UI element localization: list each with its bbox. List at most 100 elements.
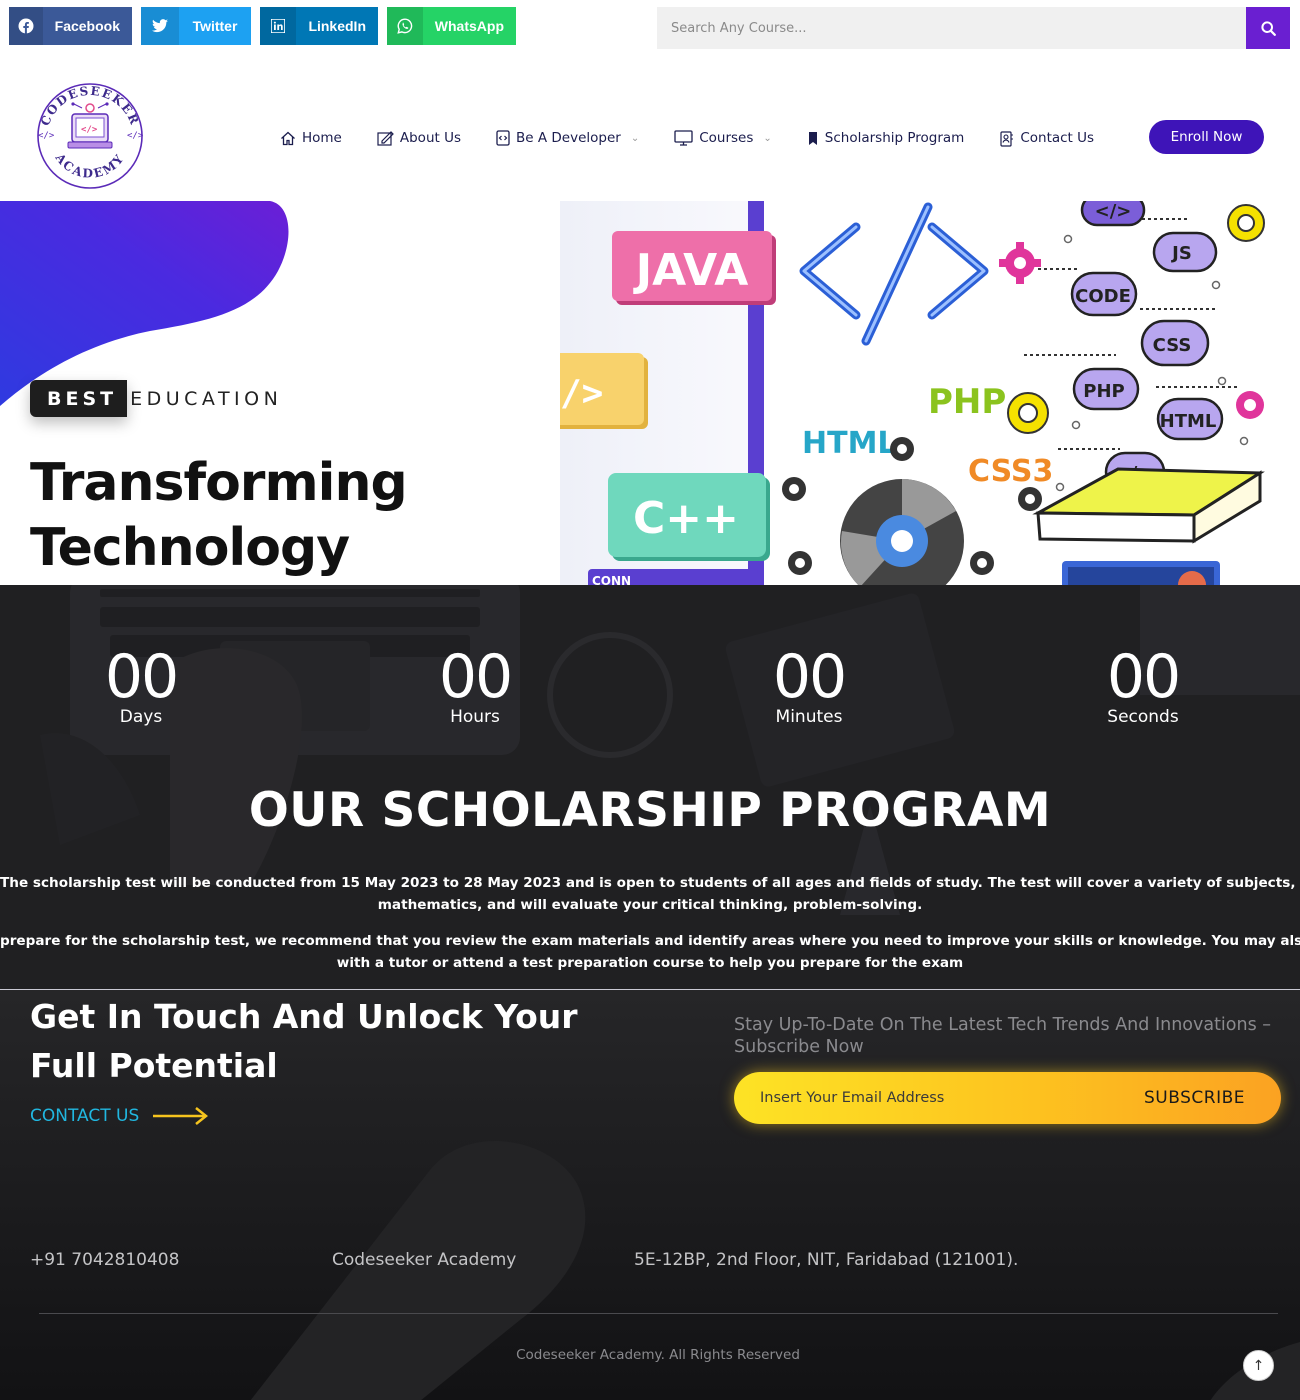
main-nav: Home About Us Be A Developer ⌄ Courses ⌄… [280, 120, 1129, 156]
footer-academy-name: Codeseeker Academy [332, 1250, 517, 1270]
academy-logo[interactable]: CODESEEKER ACADEMY </> </> </> [30, 78, 150, 196]
countdown-timer: 00 Days 00 Hours 00 Minutes 00 Seconds [0, 647, 1300, 727]
nav-scholarship[interactable]: Scholarship Program [807, 130, 965, 146]
subscribe-text: Stay Up-To-Date On The Latest Tech Trend… [734, 1015, 1272, 1057]
java-tag: JAVA [612, 231, 776, 305]
nav-contact[interactable]: Contact Us [999, 130, 1094, 147]
footer-phone[interactable]: +91 7042810408 [30, 1250, 179, 1270]
nav-courses-label: Courses [699, 130, 754, 146]
scholarship-p1-line2: mathematics, and will evaluate your crit… [377, 897, 923, 913]
copyright-text: Codeseeker Academy. All Rights Reserved [516, 1347, 800, 1363]
countdown-hours: 00 Hours [375, 647, 575, 727]
svg-text:CSS3: CSS3 [968, 454, 1053, 489]
site-footer: Get In Touch And Unlock Your Full Potent… [0, 989, 1300, 1400]
nav-courses[interactable]: Courses ⌄ [674, 130, 772, 146]
svg-text:CSS: CSS [1153, 335, 1192, 356]
scholarship-paragraph-1: The scholarship test will be conducted f… [0, 872, 1300, 916]
nav-about[interactable]: About Us [377, 130, 461, 146]
scholarship-p2-line1: prepare for the scholarship test, we rec… [0, 933, 1300, 949]
countdown-seconds: 00 Seconds [1043, 647, 1243, 727]
minutes-value: 00 [772, 642, 847, 712]
svg-text:</>: </> [81, 125, 98, 135]
scroll-to-top-button[interactable]: ↑ [1243, 1350, 1274, 1381]
svg-text:JS: JS [1170, 243, 1192, 264]
hours-value: 00 [438, 642, 513, 712]
svg-text:</>: </> [1095, 201, 1132, 222]
nav-contact-label: Contact Us [1020, 130, 1095, 146]
svg-text:HTML: HTML [1160, 411, 1217, 432]
nav-home-label: Home [302, 130, 342, 146]
scholarship-p2-line2: with a tutor or attend a test preparatio… [336, 955, 964, 971]
home-icon [281, 131, 295, 145]
twitter-icon [141, 7, 179, 45]
days-value: 00 [104, 642, 179, 712]
hero-title: Transforming Technology [30, 451, 408, 581]
arrow-up-icon: ↑ [1252, 1357, 1265, 1374]
nav-developer-label: Be A Developer [516, 130, 621, 146]
twitter-label: Twitter [192, 18, 238, 34]
seconds-label: Seconds [1107, 707, 1179, 727]
facebook-share-button[interactable]: Facebook [9, 7, 132, 45]
badge-best: BEST [30, 380, 128, 417]
facebook-label: Facebook [54, 18, 120, 34]
svg-text:JAVA: JAVA [633, 245, 749, 296]
twitter-share-button[interactable]: Twitter [141, 7, 251, 45]
facebook-icon [9, 7, 43, 45]
logo-emblem: CODESEEKER ACADEMY </> </> </> [36, 82, 144, 190]
scholarship-section: 00 Days 00 Hours 00 Minutes 00 Seconds O… [0, 585, 1300, 990]
svg-text:C++: C++ [633, 493, 739, 544]
linkedin-icon [260, 7, 297, 45]
share-bar: Facebook Twitter LinkedIn WhatsApp [9, 7, 516, 45]
monitor-icon [674, 130, 693, 146]
enroll-now-button[interactable]: Enroll Now [1149, 120, 1264, 154]
hero-illustration: JAVA /> C++ CONN </> JS CODE CSS PHP HTM… [560, 201, 1300, 586]
footer-divider [39, 1313, 1278, 1314]
search-button[interactable] [1246, 7, 1290, 49]
best-education-badge: BEST EDUCATION [30, 380, 282, 417]
search-icon [1260, 20, 1276, 36]
minutes-label: Minutes [775, 707, 843, 727]
nav-about-label: About Us [399, 130, 461, 146]
nav-be-a-developer[interactable]: Be A Developer ⌄ [496, 130, 639, 146]
nav-home[interactable]: Home [280, 130, 342, 146]
subscribe-form: SUBSCRIBE [734, 1072, 1281, 1124]
contact-us-link[interactable]: CONTACT US [30, 1106, 209, 1126]
scholarship-paragraph-2: prepare for the scholarship test, we rec… [0, 930, 1300, 974]
whatsapp-icon [387, 7, 423, 45]
whatsapp-label: WhatsApp [434, 18, 504, 34]
email-input[interactable] [734, 1090, 1144, 1106]
nav-scholarship-label: Scholarship Program [824, 130, 965, 146]
whatsapp-share-button[interactable]: WhatsApp [387, 7, 516, 45]
bookmark-icon [808, 131, 817, 145]
code-file-icon [496, 130, 510, 146]
arrow-right-icon [153, 1107, 209, 1125]
chevron-down-icon: ⌄ [630, 132, 640, 144]
badge-education: EDUCATION [130, 387, 283, 410]
linkedin-label: LinkedIn [308, 18, 366, 34]
footer-address: 5E-12BP, 2nd Floor, NIT, Faridabad (1210… [634, 1250, 1019, 1270]
cpp-tag: C++ [608, 473, 770, 561]
svg-text:</>: </> [38, 131, 55, 141]
svg-text:</>: </> [127, 131, 144, 141]
svg-text:CODE: CODE [1075, 286, 1131, 307]
hero-title-line1: Transforming [30, 453, 408, 513]
hours-label: Hours [450, 707, 500, 727]
search-input[interactable] [657, 7, 1246, 49]
svg-text:HTML: HTML [802, 426, 897, 461]
svg-text:PHP: PHP [1083, 381, 1124, 402]
svg-text:/>: /> [560, 373, 603, 414]
days-label: Days [119, 707, 163, 727]
get-in-touch-title: Get In Touch And Unlock Your Full Potent… [30, 997, 578, 1085]
countdown-days: 00 Days [41, 647, 241, 727]
svg-text:PHP: PHP [928, 382, 1006, 422]
chevron-down-icon: ⌄ [763, 132, 772, 144]
countdown-minutes: 00 Minutes [709, 647, 909, 727]
hero-title-line2: Technology [30, 518, 350, 578]
contact-book-icon [1000, 130, 1014, 147]
hero-section: BEST EDUCATION Transforming Technology [0, 201, 560, 586]
linkedin-share-button[interactable]: LinkedIn [260, 7, 378, 45]
coding-illustration: JAVA /> C++ CONN </> JS CODE CSS PHP HTM… [560, 201, 1265, 586]
subscribe-button[interactable]: SUBSCRIBE [1144, 1088, 1281, 1108]
scholarship-p1-line1: The scholarship test will be conducted f… [0, 875, 1300, 891]
course-search [657, 7, 1290, 49]
